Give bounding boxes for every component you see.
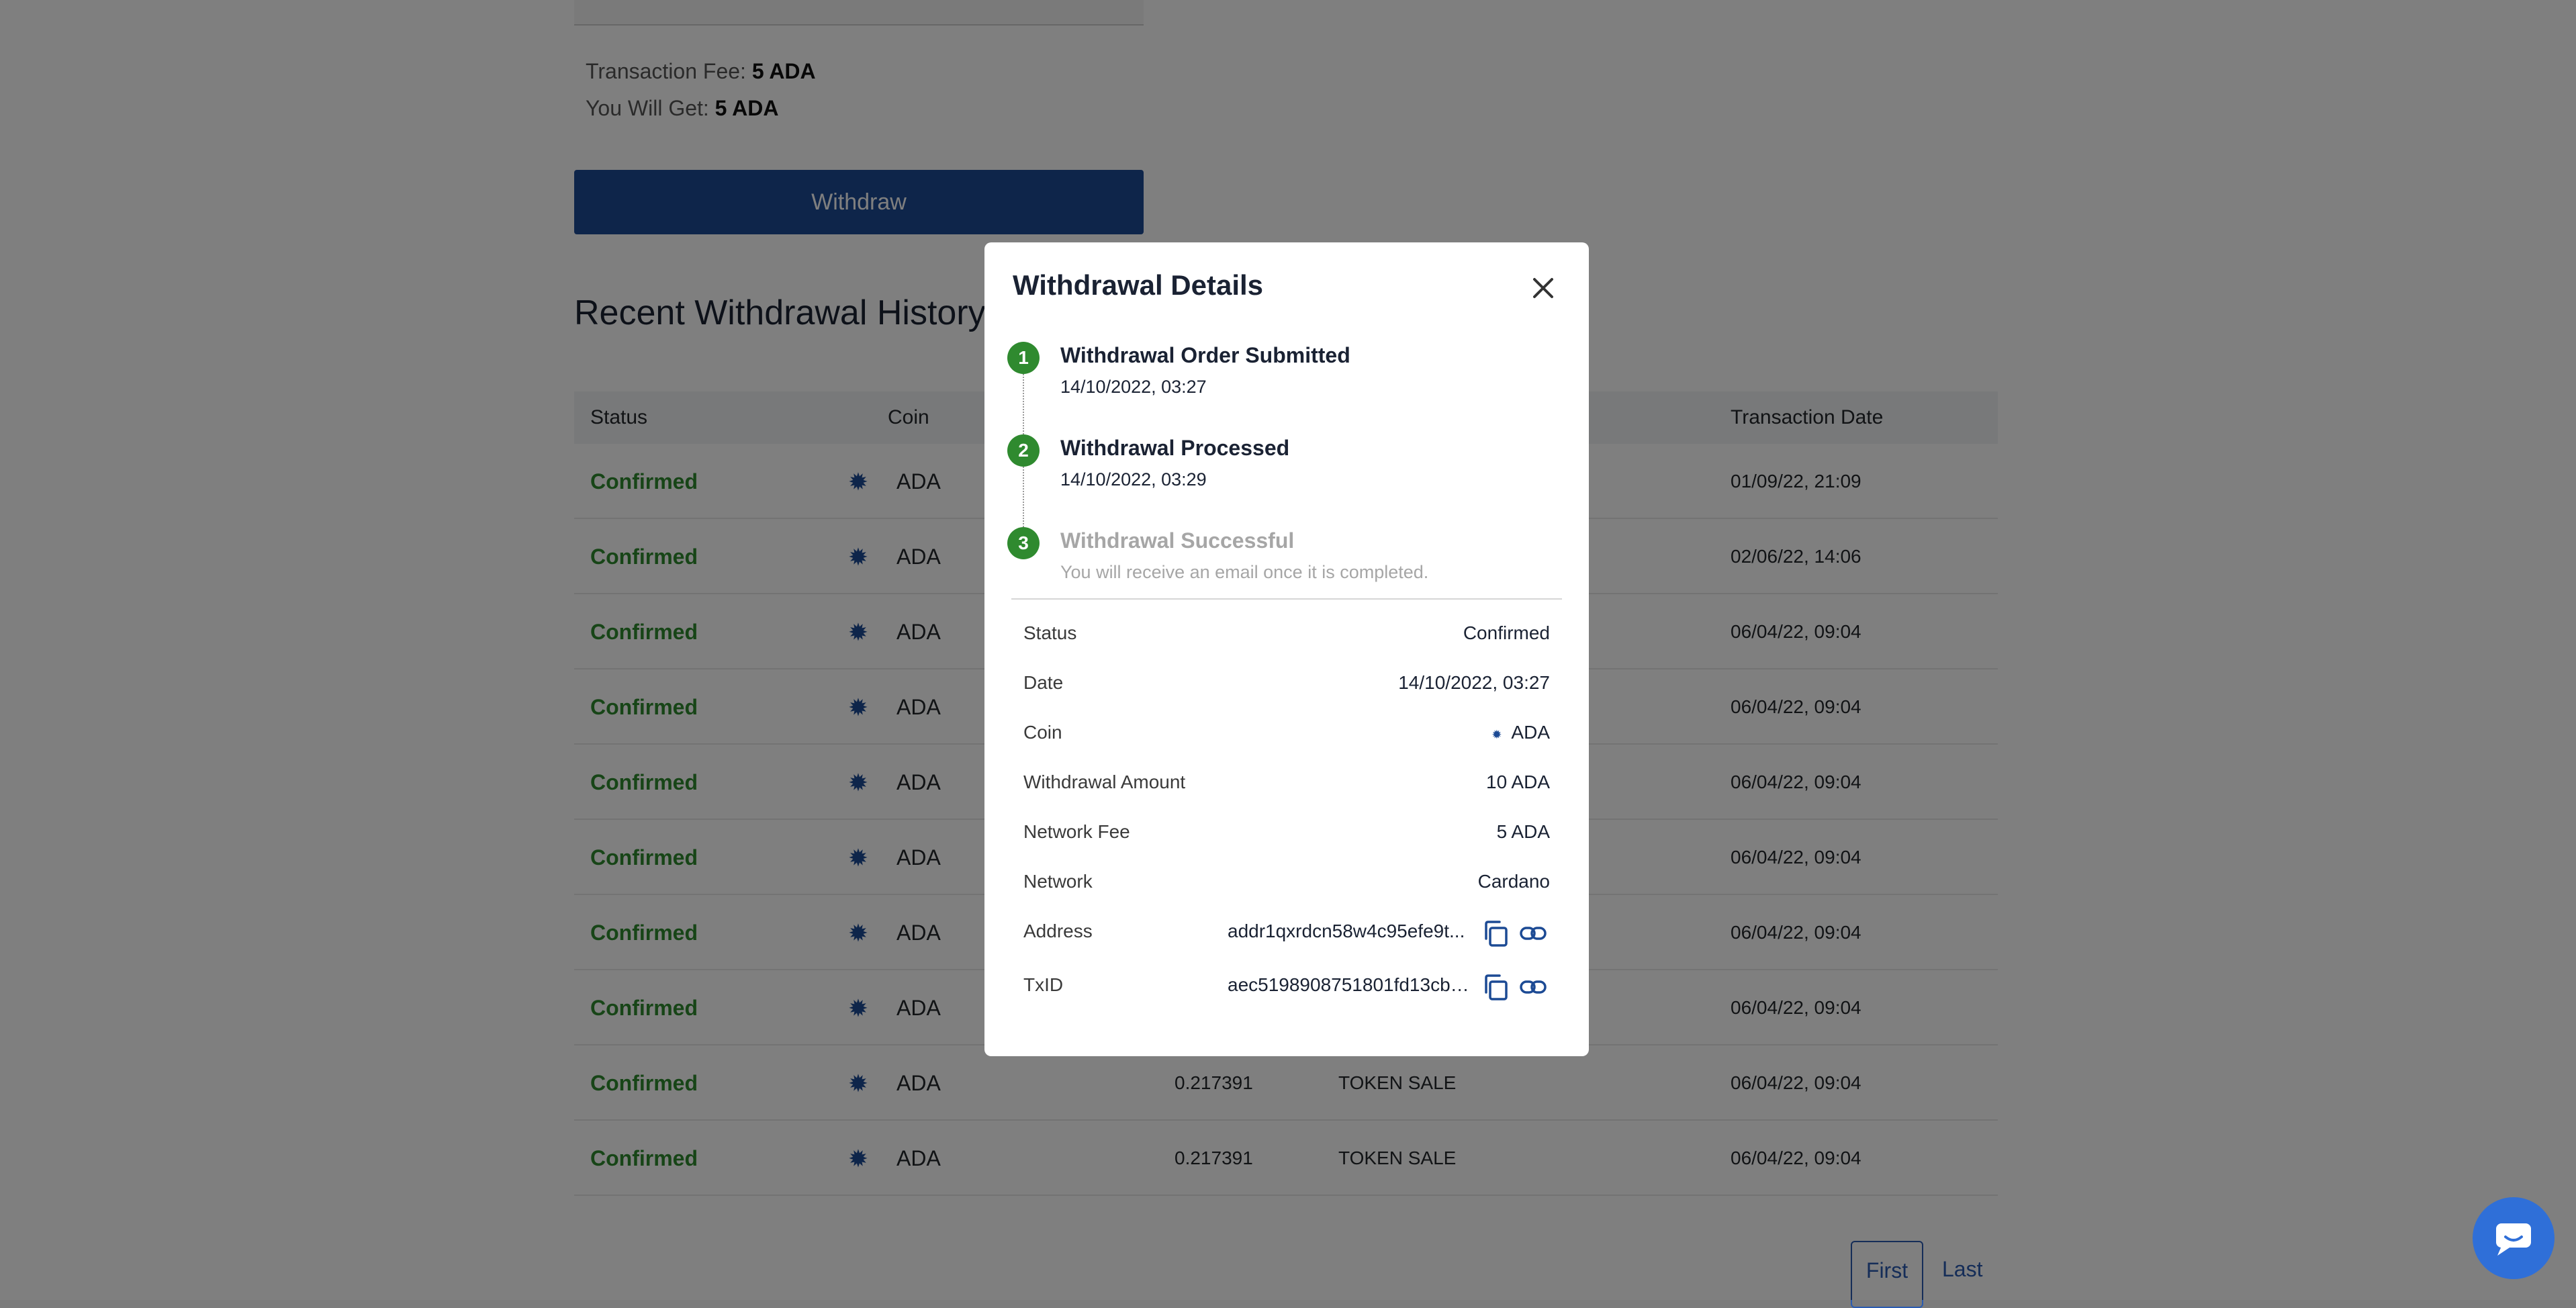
address-label: Address	[1023, 921, 1093, 941]
divider	[1011, 598, 1562, 600]
step-connector	[1023, 374, 1024, 434]
status-label: Status	[1023, 622, 1077, 643]
copy-icon	[1485, 974, 1508, 1000]
link-icon	[1520, 927, 1547, 940]
coin-value: ADA	[1511, 722, 1550, 743]
step-3-title: Withdrawal Successful	[1060, 528, 1295, 553]
txid-label: TxID	[1023, 974, 1064, 995]
coin-value-wrap: ✹ ADA	[1491, 722, 1550, 743]
cardano-icon: ✹	[1491, 728, 1502, 741]
txid-value: aec5198908751801fd13cb08...	[1228, 974, 1476, 995]
coin-label: Coin	[1023, 722, 1062, 743]
step-2-title: Withdrawal Processed	[1060, 436, 1290, 460]
address-value: addr1qxrdcn58w4c95efe9t...	[1228, 921, 1465, 941]
date-value: 14/10/2022, 03:27	[1398, 672, 1550, 693]
chat-icon	[2496, 1223, 2531, 1256]
close-button[interactable]	[1530, 275, 1557, 301]
close-icon	[1533, 278, 1553, 298]
date-label: Date	[1023, 672, 1064, 693]
withdrawal-details-modal: Withdrawal Details 1 Withdrawal Order Su…	[984, 242, 1589, 1056]
copy-icon	[1485, 921, 1508, 947]
step-3-note: You will receive an email once it is com…	[1060, 562, 1429, 582]
withdrawal-amount-value: 10 ADA	[1486, 772, 1550, 792]
chat-button[interactable]	[2473, 1197, 2555, 1279]
withdrawal-amount-label: Withdrawal Amount	[1023, 772, 1186, 792]
network-fee-value: 5 ADA	[1496, 821, 1550, 842]
status-value: Confirmed	[1463, 622, 1550, 643]
open-txid-link-button[interactable]	[1518, 972, 1549, 1002]
step-2-time: 14/10/2022, 03:29	[1060, 469, 1207, 489]
copy-txid-button[interactable]	[1480, 972, 1511, 1002]
step-connector	[1023, 467, 1024, 527]
copy-address-button[interactable]	[1480, 918, 1511, 949]
open-address-link-button[interactable]	[1518, 918, 1549, 949]
step-2-badge: 2	[1007, 434, 1040, 467]
step-1-title: Withdrawal Order Submitted	[1060, 343, 1350, 367]
step-3-badge: 3	[1007, 527, 1040, 559]
network-fee-label: Network Fee	[1023, 821, 1130, 842]
modal-title: Withdrawal Details	[1013, 269, 1264, 301]
network-value: Cardano	[1477, 871, 1550, 892]
link-icon	[1520, 980, 1547, 994]
network-label: Network	[1023, 871, 1093, 892]
step-1-time: 14/10/2022, 03:27	[1060, 377, 1207, 397]
step-1-badge: 1	[1007, 342, 1040, 374]
